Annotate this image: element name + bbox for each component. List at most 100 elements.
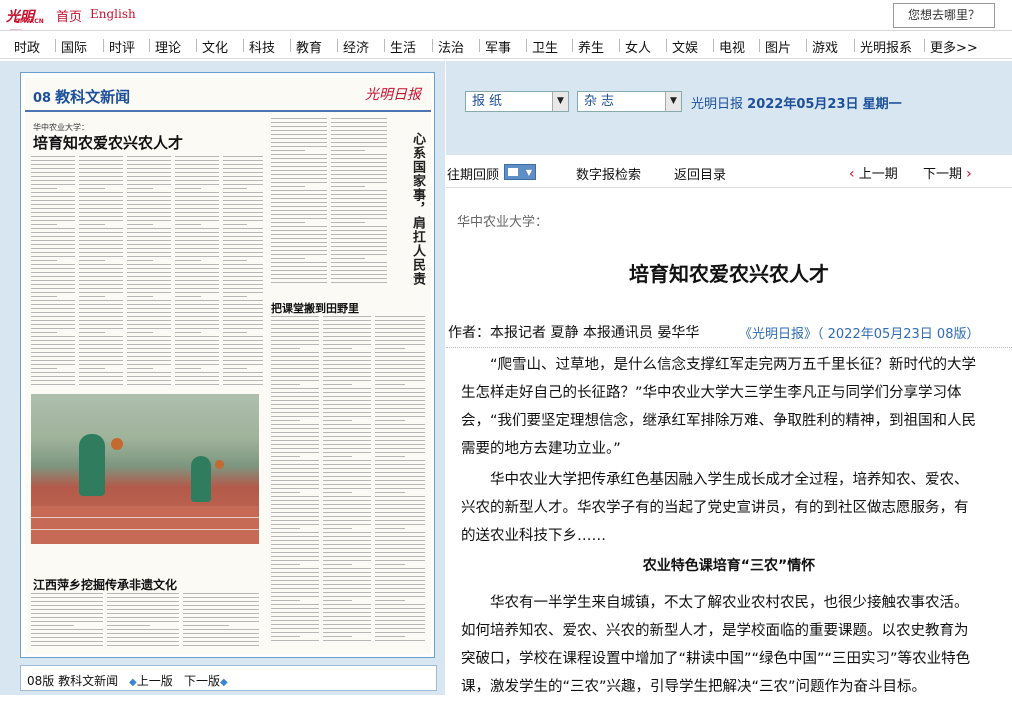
nav-item[interactable]: 经济 [343,37,369,56]
paper-text-column [31,593,103,651]
nav-item[interactable]: 法治 [438,37,464,56]
nav-item[interactable]: 时评 [109,37,135,56]
nav-item[interactable]: 文化 [202,37,228,56]
nav-item[interactable]: 游戏 [812,37,838,56]
paper-bottom-headline[interactable]: 江西萍乡挖掘传承非遗文化 [33,576,177,593]
article-source[interactable]: 《光明日报》（ 2022年05月23日 08版） [739,323,979,342]
chevron-left-icon: ‹ [849,166,855,182]
nav-item[interactable]: 女人 [625,37,651,56]
photo-basketball [215,460,224,469]
paper-text-column [175,156,219,388]
logo-subtext: GMW.CN [15,18,44,25]
dateline: 光明日报 2022年05月23日 星期一 [691,93,902,112]
article-title: 培育知农爱农兴农人才 [629,262,829,286]
nav-item[interactable]: 电视 [719,37,745,56]
next-edition-label: 下一版 [184,674,221,688]
paper-text-column [271,316,319,646]
past-issues-link[interactable]: 往期回顾 [447,164,499,183]
magazine-select[interactable]: 杂志 ▼ [577,91,682,112]
top-bar: 光明网 GMW.CN 首页 English 您想去哪里？ [0,0,1012,45]
diamond-icon: ◆ [129,677,137,688]
nav-separator [103,39,104,52]
dropdown-arrow: ▼ [525,168,532,177]
nav-item[interactable]: 更多>> [930,37,978,56]
english-link[interactable]: English [90,7,136,21]
nav-separator [55,39,56,52]
nav-item[interactable]: 养生 [578,37,604,56]
digital-search-link[interactable]: 数字报检索 [576,164,641,183]
photo-student [191,456,211,502]
next-issue-link[interactable]: 下一期 › [923,163,972,182]
track-line [31,529,259,530]
gmw-logo[interactable]: 光明网 GMW.CN [6,6,46,45]
dateline-date: 2022年05月23日 [747,97,859,112]
paper-text-column [31,156,75,388]
diamond-icon: ◆ [220,677,228,688]
paper-text-column [223,156,263,388]
nav-item[interactable]: 卫生 [532,37,558,56]
chevron-right-icon: › [966,166,972,182]
home-link[interactable]: 首页 [56,6,82,25]
article-kicker: 华中农业大学： [457,215,549,230]
paper-text-column [127,156,171,388]
paper-right-headline[interactable]: 把课堂搬到田野里 [271,300,359,316]
nav-separator [854,39,855,52]
paper-edition-number: 08 [33,91,52,106]
nav-separator [196,39,197,52]
nav-item[interactable]: 科技 [249,37,275,56]
where-to-go-button[interactable]: 您想去哪里？ [893,3,995,28]
nav-separator [924,39,925,52]
paper-text-column [79,156,123,388]
nav-item[interactable]: 光明报系 [860,37,912,56]
paper-header: 08 教科文新闻 光明日报 [25,78,431,112]
nav-item[interactable]: 教育 [296,37,322,56]
prev-edition-link[interactable]: ◆上一版 [129,672,173,689]
article-subhead: 农业特色课培育“三农”情怀 [642,558,816,574]
nav-separator [572,39,573,52]
dateline-weekday: 星期一 [862,97,902,112]
nav-separator [526,39,527,52]
nav-item[interactable]: 时政 [14,37,40,56]
back-to-index-link[interactable]: 返回目录 [674,164,726,183]
nav-separator [713,39,714,52]
newspaper-page-image[interactable]: 08 教科文新闻 光明日报 华中农业大学： 培育知农爱农兴农人才 心系国家事，肩扛… [25,78,431,654]
chevron-down-icon: ▼ [665,92,681,111]
calendar-icon[interactable]: ▼ [504,164,536,180]
paper-edition-name: 教科文新闻 [55,88,131,106]
nav-separator [432,39,433,52]
paper-main-headline[interactable]: 培育知农爱农兴农人才 [33,132,183,153]
paper-vertical-headline[interactable]: 心系国家事，肩扛人民责 [391,132,425,286]
nav-separator [479,39,480,52]
nav-separator [384,39,385,52]
article-paragraph: 华中农业大学把传承红色基因融入学生成长成才全过程，培养知农、爱农、兴农的新型人才… [461,472,969,544]
nav-item[interactable]: 理论 [155,37,181,56]
newspaper-select[interactable]: 报纸 ▼ [465,91,569,112]
nav-item[interactable]: 军事 [485,37,511,56]
nav-separator [290,39,291,52]
nav-item[interactable]: 图片 [765,37,791,56]
newspaper-select-value: 报纸 [472,94,507,109]
nav-separator [619,39,620,52]
calendar-window [508,168,518,176]
prev-issue-link[interactable]: ‹ 上一期 [849,163,898,182]
article-byline: 作者：本报记者 夏静 本报通讯员 晏华华 [448,325,700,341]
prev-edition-label: 上一版 [136,674,173,688]
nav-item[interactable]: 国际 [61,37,87,56]
paper-text-column [183,593,259,651]
paper-edition: 08 教科文新闻 [33,86,130,107]
nav-separator [666,39,667,52]
nav-item[interactable]: 文娱 [672,37,698,56]
nav-item[interactable]: 生活 [390,37,416,56]
nav-separator [149,39,150,52]
chevron-down-icon: ▼ [552,92,568,111]
article-paragraph: “爬雪山、过草地，是什么信念支撑红军走完两万五千里长征？新时代的大学生怎样走好自… [461,357,977,457]
edition-pager: 08版 教科文新闻 ◆上一版 下一版◆ [20,665,437,691]
photo-basketball [111,438,123,450]
photo-running-track [31,506,259,544]
dateline-paper: 光明日报 [691,97,744,112]
next-edition-link[interactable]: 下一版◆ [184,672,228,689]
nav-separator [243,39,244,52]
photo-student [79,434,105,496]
paper-photo[interactable] [31,394,259,544]
edition-label: 08版 教科文新闻 [27,674,119,688]
